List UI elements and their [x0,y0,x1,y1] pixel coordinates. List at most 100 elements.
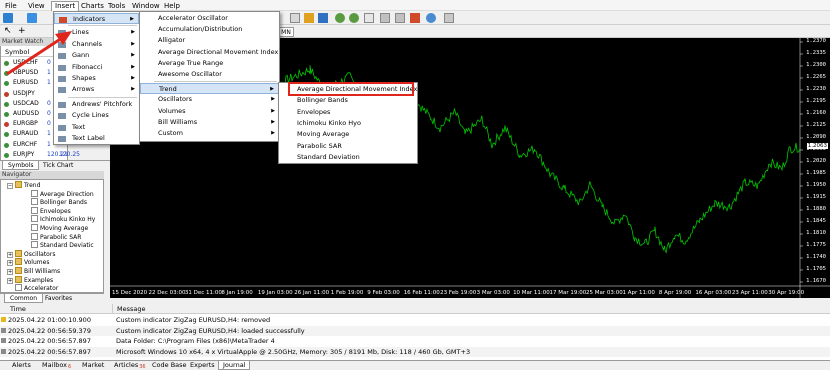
symbol-name: USDCAD [13,99,39,107]
terminal-tab-label: Journal [223,361,246,369]
expand-icon[interactable]: + [7,251,13,258]
ask-price: 120.25 [59,150,80,158]
menu-item[interactable]: Channels ▶ [54,39,139,50]
terminal-tab[interactable]: Market [78,361,108,370]
folder-icon [15,181,22,188]
direction-icon [4,122,9,128]
expand-icon[interactable]: + [7,260,13,267]
folder-icon [15,275,22,283]
menu-item[interactable]: Trend ▶ [140,83,279,95]
expand-icon[interactable]: + [7,269,13,275]
terminal-tab[interactable]: Mailbox6 [38,361,75,370]
menu-item[interactable]: Text [54,122,139,133]
period-mn-button[interactable]: MN [278,27,294,37]
price-tick-label: 1.2195 [806,98,826,104]
menu-item[interactable]: Awesome Oscillator [140,69,279,80]
menu-item[interactable]: Accelerator Oscillator [140,13,279,24]
menu-charts[interactable]: Charts [78,2,107,11]
journal-row[interactable]: 2025.04.22 01:00:10.900 Custom indicator … [0,315,830,325]
time-tick-label: 1 Apr 11:00 [622,290,655,296]
menu-window[interactable]: Window [129,2,163,11]
menu-tools[interactable]: Tools [105,2,128,11]
menu-item[interactable]: Cycle Lines [54,110,139,121]
text-label-icon [58,136,66,142]
terminal-tab[interactable]: Journal [218,361,251,370]
menu-item[interactable]: Arrows ▶ [54,84,139,95]
menu-item[interactable]: Moving Average [279,129,417,140]
menu-item[interactable]: Fibonacci ▶ [54,62,139,73]
menu-item[interactable]: Text Label [54,133,139,144]
zoom-out-icon[interactable] [349,13,359,23]
time-tick-label: 3 Mar 03:00 [476,290,510,296]
market-watch-row[interactable]: EURJPY 120.21 120.25 [1,150,80,160]
autoscroll-icon[interactable] [380,13,390,23]
menu-view[interactable]: View [25,2,48,11]
cycle-lines-icon [58,113,66,120]
indicators-icon[interactable] [410,13,420,23]
expand-icon[interactable]: + [7,277,13,284]
terminal-tab-label: Alerts [12,361,31,369]
menu-help[interactable]: Help [161,2,183,11]
menu-item[interactable]: Lines ▶ [54,27,139,38]
tab-common[interactable]: Common [4,294,44,303]
templates-icon[interactable] [444,13,454,23]
chart-shift-icon[interactable] [395,13,405,23]
journal-row[interactable]: 2025.04.22 00:56:57.897 Data Folder: C:\P… [0,336,830,346]
terminal-tab[interactable]: Alerts [8,361,35,370]
menu-item-label: Andrews' Pitchfork [72,99,133,108]
bar-chart-icon[interactable] [290,13,300,23]
bid-price: 1 [47,140,51,148]
new-chart-icon[interactable] [3,13,13,23]
line-chart-icon[interactable] [318,13,328,23]
column-message-header[interactable]: Message [112,304,830,314]
terminal-tab[interactable]: Experts [186,361,219,370]
zoom-in-icon[interactable] [335,13,345,23]
menu-item[interactable]: Gann ▶ [54,50,139,61]
menu-file[interactable]: File [2,2,20,11]
menu-item[interactable]: Ichimoku Kinko Hyo [279,118,417,129]
menu-item[interactable]: Average Directional Movement Index [140,47,279,58]
menu-item[interactable]: Alligator [140,35,279,46]
navigator-tree: − Trend Average Direction Bollinger Bands En… [0,179,104,293]
cursor-icon[interactable]: ↖ [4,27,14,37]
menu-item[interactable]: Oscillators ▶ [140,94,279,105]
terminal-tab-label: Market [82,361,105,369]
menu-item[interactable]: Parabolic SAR [279,141,417,152]
terminal-tab[interactable]: Code Base [148,361,191,370]
crosshair-icon[interactable]: + [18,27,28,37]
navigator-item[interactable]: Accelerator [15,284,58,292]
menu-item[interactable]: Indicators ▶ [54,13,139,25]
menu-item[interactable]: Custom ▶ [140,128,279,139]
periods-clock-icon[interactable] [426,13,436,23]
submenu-arrow-icon: ▶ [131,63,135,70]
navigator-item-label: Examples [24,276,54,284]
time-tick-label: 19 Jan 03:00 [257,290,293,296]
terminal-tab[interactable]: Articles36 [110,361,150,370]
menu-item-label: Custom [158,129,183,137]
collapse-icon[interactable]: − [7,183,13,189]
menu-item-label: Shapes [72,74,96,82]
menu-item[interactable]: Accumulation/Distribution [140,24,279,35]
profiles-icon[interactable] [27,13,37,23]
menu-item[interactable]: Shapes ▶ [54,73,139,84]
journal-row[interactable]: 2025.04.22 00:56:59.379 Custom indicator … [0,325,830,336]
menu-item[interactable]: Volumes ▶ [140,106,279,117]
journal-row[interactable]: 2025.04.22 00:56:57.897 Microsoft Windows… [0,346,830,357]
tab-symbols[interactable]: Symbols [2,161,40,170]
column-time-header[interactable]: Time [0,304,112,314]
tab-tick-chart[interactable]: Tick Chart [38,161,78,170]
menu-item[interactable]: Envelopes [279,107,417,118]
time-tick-label: 16 Apr 03:00 [695,290,732,296]
direction-icon [4,101,9,107]
submenu-arrow-icon: ▶ [131,40,135,47]
tab-favorites[interactable]: Favorites [40,294,77,303]
menu-item[interactable]: Andrews' Pitchfork [54,99,139,110]
candles-icon[interactable] [304,13,314,23]
menu-item[interactable]: Average True Range [140,58,279,69]
symbol-name: USDJPY [13,89,35,97]
menu-item[interactable]: Standard Deviation [279,152,417,163]
tile-windows-icon[interactable] [364,13,374,23]
menu-item[interactable]: Bill Williams ▶ [140,117,279,128]
menu-insert[interactable]: Insert [51,1,80,11]
menu-item[interactable]: Bollinger Bands [279,95,417,106]
